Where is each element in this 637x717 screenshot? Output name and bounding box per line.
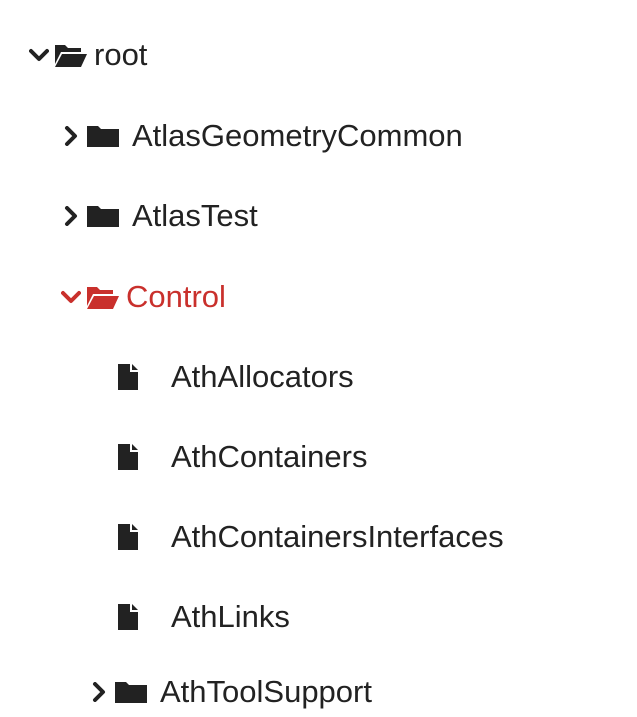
chevron-down-icon[interactable] (28, 44, 50, 66)
folder-icon (114, 680, 148, 704)
folder-open-icon (54, 42, 88, 68)
tree-node-folder[interactable]: AtlasGeometryCommon (60, 111, 463, 161)
folder-icon (86, 204, 120, 228)
tree-node-root[interactable]: root (28, 30, 147, 80)
tree-node-label: Control (126, 279, 226, 314)
tree-node-label: AthLinks (171, 599, 290, 634)
tree-node-file[interactable]: AthLinks (117, 592, 290, 642)
file-tree: root AtlasGeometryCommon AtlasTest Contr… (0, 0, 637, 713)
chevron-right-icon[interactable] (60, 125, 82, 147)
tree-node-label: AthToolSupport (160, 674, 372, 709)
tree-node-label: AthContainers (171, 439, 368, 474)
chevron-down-icon[interactable] (60, 286, 82, 308)
tree-node-file[interactable]: AthContainers (117, 432, 367, 482)
file-icon (117, 363, 139, 391)
tree-node-file[interactable]: AthAllocators (117, 352, 354, 402)
tree-node-label: AthContainersInterfaces (171, 519, 504, 554)
folder-icon (86, 124, 120, 148)
tree-node-label: AthAllocators (171, 359, 354, 394)
tree-node-label: root (94, 37, 148, 72)
tree-node-file[interactable]: AthContainersInterfaces (117, 512, 504, 562)
chevron-right-icon[interactable] (88, 681, 110, 703)
file-icon (117, 523, 139, 551)
tree-node-label: AtlasTest (132, 198, 258, 233)
tree-node-folder[interactable]: AthToolSupport (88, 667, 372, 717)
folder-open-icon (86, 284, 120, 310)
file-icon (117, 603, 139, 631)
tree-node-folder[interactable]: AtlasTest (60, 191, 258, 241)
tree-node-folder-selected[interactable]: Control (60, 272, 226, 322)
chevron-right-icon[interactable] (60, 205, 82, 227)
tree-node-label: AtlasGeometryCommon (132, 118, 463, 153)
file-icon (117, 443, 139, 471)
